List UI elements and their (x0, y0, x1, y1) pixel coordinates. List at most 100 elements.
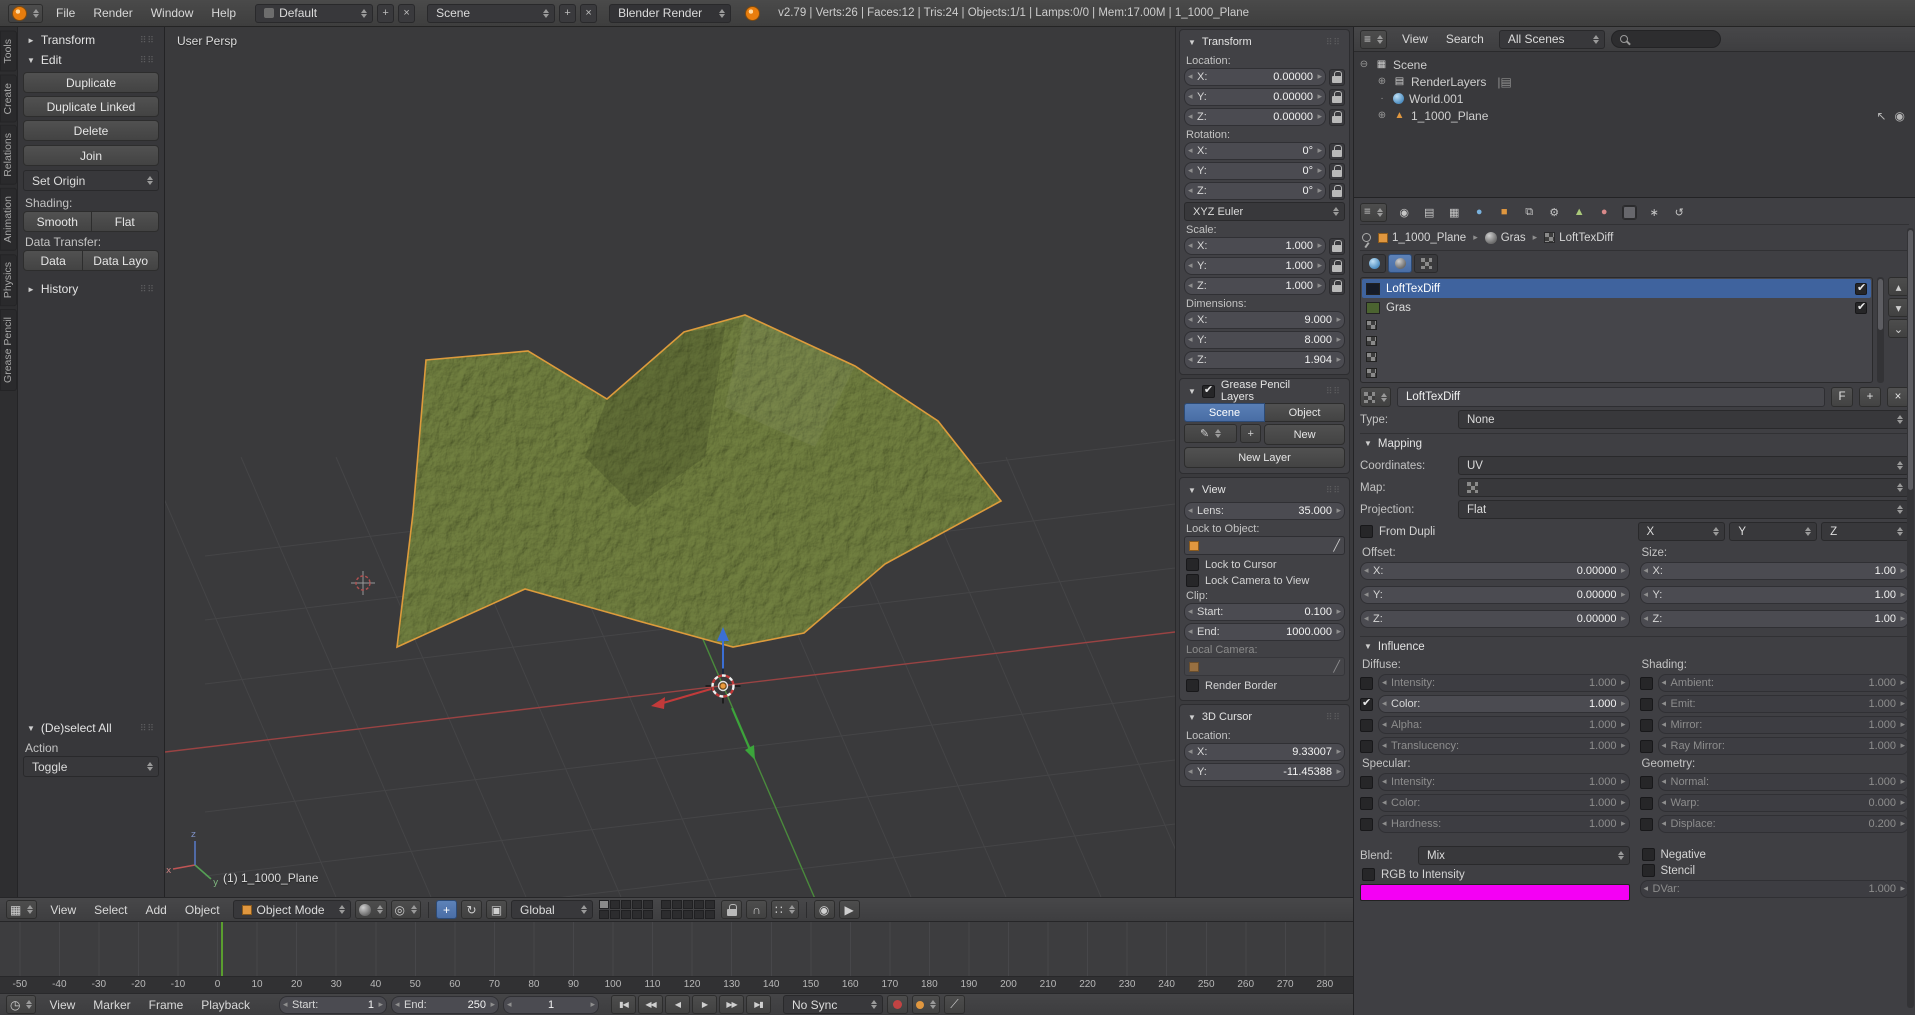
panel-grip-icon[interactable] (140, 55, 155, 66)
menu-item[interactable]: Window (142, 3, 203, 23)
outliner-row-scene[interactable]: ⊖ ▦ Scene (1358, 56, 1911, 73)
texture-slot[interactable] (1362, 317, 1871, 333)
cursor-coordinate-field[interactable]: X: 9.33007 (1184, 743, 1345, 761)
edit-button[interactable]: Duplicate (23, 72, 159, 93)
restrict-select-icon[interactable]: ↖ (1876, 109, 1886, 123)
panel-grip-icon[interactable] (1326, 386, 1341, 397)
offset-field[interactable]: Z: 0.00000 (1360, 610, 1630, 628)
breadcrumb-texture[interactable]: LoftTexDiff (1544, 232, 1613, 244)
rotation-field[interactable]: Z: 0° (1184, 182, 1326, 200)
panel-grip-icon[interactable] (140, 284, 155, 295)
lock-to-cursor-checkbox[interactable] (1186, 558, 1199, 571)
lock-icon[interactable] (1329, 238, 1345, 255)
other-texture-tab[interactable] (1414, 254, 1438, 273)
shade-flat-button[interactable]: Flat (92, 211, 160, 232)
location-field[interactable]: Z: 0.00000 (1184, 108, 1326, 126)
influence-checkbox[interactable] (1640, 818, 1653, 831)
viewport-canvas[interactable]: x y z (165, 27, 1175, 897)
tool-shelf-tab[interactable]: Animation (0, 188, 17, 251)
mode-menu[interactable]: Object Mode (233, 900, 351, 919)
list-scrollbar[interactable] (1877, 277, 1884, 383)
texture-slot[interactable] (1362, 365, 1871, 381)
layer-cell[interactable] (632, 910, 642, 919)
outliner-row-plane[interactable]: ⊕ ▲ 1_1000_Plane ↖ ◉ (1358, 107, 1911, 124)
lens-field[interactable]: Lens: 35.000 (1184, 502, 1345, 520)
location-field[interactable]: X: 0.00000 (1184, 68, 1326, 86)
pivot-point-menu[interactable]: ◎ (391, 900, 421, 919)
stencil-checkbox[interactable] (1642, 864, 1655, 877)
editor-scrollbar[interactable] (1907, 228, 1914, 1008)
panel-header-transform[interactable]: Transform (1184, 32, 1345, 52)
play-reverse[interactable]: ◀ (665, 995, 690, 1014)
influence-checkbox[interactable] (1640, 719, 1653, 732)
uv-map-menu[interactable] (1458, 478, 1909, 497)
editor-type-button[interactable]: ▦ (6, 900, 37, 919)
size-field[interactable]: Z: 1.00 (1640, 610, 1910, 628)
layer-cell[interactable] (694, 910, 704, 919)
panel-header-3d-cursor[interactable]: 3D Cursor (1184, 707, 1345, 727)
influence-checkbox[interactable] (1360, 740, 1373, 753)
coordinates-menu[interactable]: UV (1458, 456, 1909, 475)
menu-item[interactable]: View (40, 995, 84, 1015)
clip-start-field[interactable]: Start: 0.100 (1184, 603, 1345, 621)
texture-type-menu[interactable]: None (1458, 410, 1909, 429)
world[interactable]: ● (1468, 202, 1491, 223)
gp-new-button[interactable]: New (1264, 424, 1345, 445)
texture-enable-checkbox[interactable] (1855, 283, 1867, 295)
projection-menu[interactable]: Flat (1458, 500, 1909, 519)
influence-slider[interactable]: Ambient: 1.000 (1658, 674, 1910, 692)
scene-lock-button[interactable] (721, 900, 742, 919)
influence-slider[interactable]: Intensity: 1.000 (1378, 674, 1630, 692)
axis-mapping-menu[interactable]: Z (1821, 522, 1909, 541)
influence-checkbox[interactable] (1640, 776, 1653, 789)
restrict-render-icon[interactable]: ◉ (1895, 109, 1905, 123)
scene[interactable]: ▦ (1443, 202, 1466, 223)
texture-slot[interactable]: Gras (1362, 298, 1871, 317)
panel-grip-icon[interactable] (1326, 485, 1341, 496)
breadcrumb-material[interactable]: Gras (1485, 232, 1526, 244)
layer-cell[interactable] (672, 900, 682, 909)
editor-type-button[interactable] (8, 4, 43, 23)
material-texture-tab[interactable] (1388, 254, 1412, 273)
jump-to-start[interactable]: ▮◀ (611, 995, 636, 1014)
viewport-shading-menu[interactable] (355, 900, 387, 919)
lock-icon[interactable] (1329, 278, 1345, 295)
gp-new-layer-button[interactable]: New Layer (1184, 447, 1345, 468)
editor-type-button[interactable]: ≡ (1360, 203, 1387, 222)
dimension-field[interactable]: Y: 8.000 (1184, 331, 1345, 349)
texture-slot[interactable]: LoftTexDiff (1362, 279, 1871, 298)
lock-icon[interactable] (1329, 143, 1345, 160)
influence-slider[interactable]: Translucency: 1.000 (1378, 737, 1630, 755)
panel-grip-icon[interactable] (140, 723, 155, 734)
size-field[interactable]: X: 1.00 (1640, 562, 1910, 580)
outliner-row-renderlayers[interactable]: ⊕ ▤ RenderLayers |▤ (1358, 73, 1911, 90)
panel-header-deselect-all[interactable]: (De)select All (23, 718, 159, 738)
blend-mode-menu[interactable]: Mix (1418, 846, 1630, 865)
panel-grip-icon[interactable] (1326, 37, 1341, 48)
influence-checkbox[interactable] (1360, 698, 1373, 711)
tool-shelf-tab[interactable]: Create (0, 75, 17, 123)
panel-header-grease-pencil[interactable]: Grease Pencil Layers (1184, 381, 1345, 401)
influence-slider[interactable]: Mirror: 1.000 (1658, 716, 1910, 734)
menu-item[interactable]: Marker (84, 995, 139, 1015)
menu-item[interactable]: Add (137, 900, 176, 920)
location-field[interactable]: Y: 0.00000 (1184, 88, 1326, 106)
physics[interactable]: ↺ (1668, 202, 1691, 223)
layer-cell[interactable] (694, 900, 704, 909)
grease-pencil-checkbox[interactable] (1202, 385, 1215, 398)
texture-slot[interactable] (1362, 349, 1871, 365)
influence-slider[interactable]: Displace: 0.200 (1658, 815, 1910, 833)
edit-button[interactable]: Duplicate Linked (23, 96, 159, 117)
layer-cell[interactable] (610, 900, 620, 909)
dimension-field[interactable]: Z: 1.904 (1184, 351, 1345, 369)
influence-checkbox[interactable] (1360, 719, 1373, 732)
axis-mapping-menu[interactable]: Y (1729, 522, 1817, 541)
unlink-texture-button[interactable]: × (1887, 387, 1909, 407)
rotation-field[interactable]: X: 0° (1184, 142, 1326, 160)
menu-item[interactable]: Playback (192, 995, 259, 1015)
menu-item[interactable]: Object (176, 900, 229, 920)
from-dupli-checkbox[interactable] (1360, 525, 1373, 538)
menu-item[interactable]: View (1393, 29, 1437, 49)
texture-slot-list[interactable]: LoftTexDiff Gras (1360, 277, 1873, 383)
influence-slider[interactable]: Color: 1.000 (1378, 695, 1630, 713)
